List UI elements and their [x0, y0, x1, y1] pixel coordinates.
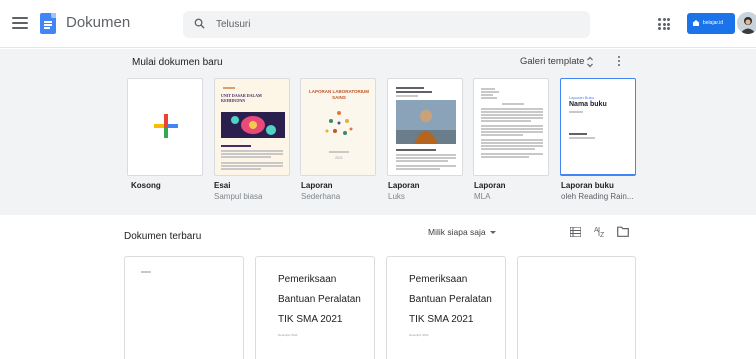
school-logo-icon	[692, 20, 700, 26]
template-subtitle: MLA	[474, 192, 491, 201]
document-thumb-title-line: Bantuan Peralatan	[278, 294, 361, 305]
plus-icon	[154, 114, 178, 138]
essay-thumb-title: UNIT DASAR DALAM KEHIDUPAN	[221, 93, 262, 103]
template-name: Esai	[214, 181, 231, 190]
search-icon[interactable]	[194, 18, 205, 29]
recent-documents-title: Dokumen terbaru	[124, 231, 202, 242]
document-thumb-title-line: Bantuan Peralatan	[409, 294, 492, 305]
document-thumb-meta: Deskripsi SMA	[278, 333, 298, 337]
recent-document-card[interactable]: Pemeriksaan Bantuan Peralatan TIK SMA 20…	[386, 256, 506, 359]
sort-az-icon[interactable]: A Z	[594, 225, 608, 238]
owner-filter-dropdown[interactable]: Milik siapa saja	[428, 227, 496, 237]
document-thumb-title-line: Pemeriksaan	[409, 274, 468, 285]
essay-thumb-image	[221, 112, 285, 138]
folder-icon[interactable]	[617, 226, 629, 237]
svg-text:A: A	[594, 227, 599, 234]
menu-bar	[12, 22, 28, 24]
document-thumb-title-line: TIK SMA 2021	[278, 314, 343, 325]
account-badge[interactable]: belajar.id	[687, 13, 735, 34]
template-report-mla[interactable]	[473, 78, 549, 176]
list-view-icon[interactable]	[570, 227, 581, 237]
template-name: Laporan	[388, 181, 420, 190]
template-name: Laporan buku	[561, 181, 614, 190]
docs-logo-icon[interactable]	[40, 13, 56, 34]
template-report-simple[interactable]: LAPORAN LABORATORIUM SAINS 2021	[300, 78, 376, 176]
account-label: belajar.id	[703, 20, 724, 26]
owner-filter-label: Milik siapa saja	[428, 227, 486, 237]
google-apps-icon[interactable]	[658, 18, 670, 30]
template-subtitle: Sederhana	[301, 192, 341, 201]
template-name: Kosong	[131, 181, 161, 190]
expand-collapse-icon[interactable]	[586, 55, 594, 69]
main-menu-button[interactable]	[12, 15, 28, 31]
app-title[interactable]: Dokumen	[66, 14, 130, 31]
template-name: Laporan	[474, 181, 506, 190]
search-input[interactable]	[216, 11, 576, 38]
template-subtitle: Luks	[388, 192, 405, 201]
recent-document-card[interactable]	[124, 256, 244, 359]
template-gallery: Mulai dokumen baru Galeri template Koson…	[0, 49, 756, 215]
svg-text:Z: Z	[600, 232, 605, 238]
luxe-thumb-photo	[396, 100, 456, 144]
avatar-photo	[737, 12, 756, 34]
more-options-icon[interactable]	[612, 54, 626, 68]
template-essay[interactable]: UNIT DASAR DALAM KEHIDUPAN	[214, 78, 290, 176]
lab-thumb-title: LAPORAN LABORATORIUM SAINS	[308, 89, 370, 100]
template-subtitle: oleh Reading Rain...	[561, 192, 634, 201]
top-bar: Dokumen belajar.id	[0, 0, 756, 48]
template-gallery-button[interactable]: Galeri template	[520, 56, 584, 67]
caret-down-icon	[489, 231, 496, 235]
search-box[interactable]	[183, 11, 590, 38]
molecule-thumb-icon	[325, 111, 353, 135]
document-thumb-title-line: TIK SMA 2021	[409, 314, 474, 325]
lab-thumb-year: 2021	[335, 156, 343, 160]
template-book-report[interactable]: Laporan Buku Nama buku	[560, 78, 636, 176]
template-name: Laporan	[301, 181, 333, 190]
menu-bar	[12, 27, 28, 29]
section-title: Mulai dokumen baru	[132, 57, 223, 68]
menu-bar	[12, 17, 28, 19]
template-report-luxe[interactable]	[387, 78, 463, 176]
recent-document-card[interactable]	[517, 256, 636, 359]
recent-document-card[interactable]: Pemeriksaan Bantuan Peralatan TIK SMA 20…	[255, 256, 375, 359]
avatar[interactable]	[737, 12, 756, 34]
book-thumb-title: Nama buku	[569, 101, 607, 108]
book-thumb-label: Laporan Buku	[569, 95, 594, 100]
template-subtitle: Sampul biasa	[214, 192, 263, 201]
document-thumb-title-line: Pemeriksaan	[278, 274, 337, 285]
template-blank[interactable]	[127, 78, 203, 176]
document-thumb-meta: Deskripsi SMA	[409, 333, 429, 337]
